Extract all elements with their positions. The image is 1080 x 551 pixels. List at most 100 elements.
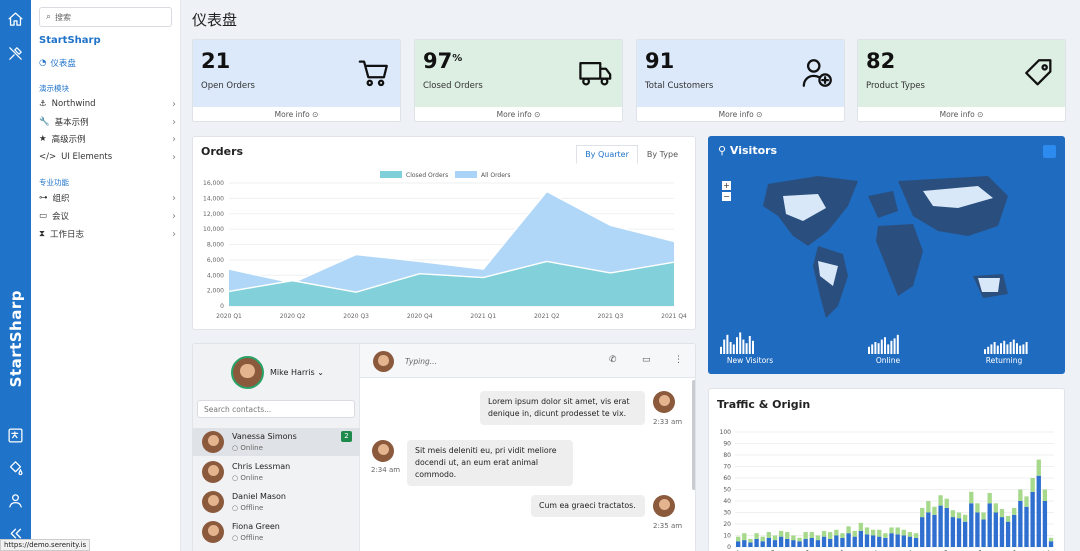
bar-primary [975,512,980,547]
bar-secondary [791,535,796,541]
y-tick-label: 6,000 [207,257,224,264]
stat-product-types: 82 Product Types More info ⊙ [857,39,1066,122]
traffic-card: Traffic & Origin 10090807060504030201002… [708,388,1065,551]
more-info-link[interactable]: More info ⊙ [637,110,844,119]
sidebar-item-worklog[interactable]: ⧗ 工作日志 › [39,227,176,241]
bar-primary [828,538,833,547]
chevron-right-icon: › [172,116,176,128]
bar-primary [969,503,974,547]
x-tick-label: 2020 Q2 [280,313,306,320]
x-tick-label: 2021 Q4 [661,313,687,320]
bar-primary [1042,501,1048,547]
bar-primary [815,540,821,547]
bar-primary [944,507,949,547]
spark-bar [993,342,996,354]
sidebar-item-ui-elements[interactable]: </> UI Elements › [39,150,176,164]
contact-status: ○ Offline [232,534,264,542]
bar-secondary [754,533,759,539]
chevron-right-icon: › [172,228,176,240]
y-tick-label: 14,000 [203,195,224,202]
bar-primary [834,535,839,547]
chevron-right-icon: › [172,98,176,110]
sidebar-item-meeting[interactable]: ▭ 会议 › [39,209,176,223]
bar-secondary [987,492,992,504]
bar-secondary [778,530,784,537]
bar-primary [1005,521,1011,547]
spark-bar [887,344,890,354]
tools-icon[interactable] [5,43,26,64]
sidebar-item-dashboard[interactable]: ◔ 仪表盘 [39,57,76,69]
bar-primary [1048,541,1054,547]
bar-primary [858,530,864,547]
comments-icon: ▭ [39,211,48,221]
avatar [653,391,675,413]
section-demo: 演示模块 [39,84,69,93]
typing-indicator: Typing... [405,357,437,366]
sidebar-item-northwind[interactable]: ⚓ Northwind › [39,97,176,111]
contact-name[interactable]: Daniel Mason [232,492,286,501]
spark-bar [732,344,735,354]
bar-primary [907,536,913,547]
more-options-icon[interactable]: ⋮ [674,355,683,365]
bar-secondary [1036,459,1041,476]
phone-icon[interactable]: ✆ [609,355,617,365]
status-bar-url: https://demo.serenity.is [0,539,91,551]
sidebar-item-organization[interactable]: ⊶ 组织 › [39,191,176,205]
sidebar-item-advanced[interactable]: ★ 高级示例 › [39,132,176,146]
sidebar-search-input[interactable]: ⌕ 搜索 [39,7,172,27]
more-info-link[interactable]: More info ⊙ [858,110,1065,119]
more-info-link[interactable]: More info ⊙ [415,110,622,119]
bar-secondary [1048,537,1054,542]
bar-secondary [858,522,864,531]
x-tick-label: 2020 Q1 [216,313,242,320]
bar-primary [846,533,851,547]
video-icon[interactable]: ▭ [642,355,651,365]
contact-name[interactable]: Chris Lessman [232,462,290,471]
user-avatar[interactable] [231,356,264,389]
current-user[interactable]: Mike Harris ⌄ [270,368,324,377]
contact-name[interactable]: Fiona Green [232,522,280,531]
brand-title: StartSharp [39,35,101,46]
y-tick-label: 60 [723,475,731,482]
user-icon[interactable] [5,490,26,511]
bar-primary [754,538,759,547]
contact-status: ○ Online [232,474,263,482]
bar-secondary [803,532,808,539]
paint-bucket-icon[interactable] [5,457,26,478]
y-tick-label: 8,000 [207,242,224,249]
bar-primary [797,541,802,547]
contact-search-input[interactable]: Search contacts... [197,400,355,418]
contact-list: Mike Harris ⌄ Search contacts... Vanessa… [193,344,360,551]
bar-secondary [772,535,778,541]
bar-secondary [938,495,943,506]
brand-vertical: StartSharp [7,290,25,388]
legend-swatch [455,171,477,178]
sidebar-item-basic[interactable]: 🔧 基本示例 › [39,115,176,129]
bar-secondary [821,530,827,537]
bar-secondary [962,514,968,522]
y-tick-label: 16,000 [203,180,224,187]
translate-icon[interactable] [5,425,26,446]
y-tick-label: 10,000 [203,226,224,233]
bar-primary [791,540,796,547]
icon-rail: StartSharp [0,0,31,551]
avatar [202,431,224,453]
bar-secondary [889,527,894,534]
x-tick-label: 2021 Q3 [598,313,624,320]
spark-bar [1006,344,1009,354]
spark-bar [752,340,754,354]
unread-badge: 2 [341,431,352,442]
spark-bar [1016,343,1018,354]
chat-scrollbar[interactable] [692,380,695,490]
chevron-right-icon: › [172,192,176,204]
y-tick-label: 4,000 [207,272,224,279]
bar-primary [840,537,845,547]
bar-primary [778,536,784,547]
bar-primary [748,542,753,547]
stat-label: Closed Orders [423,81,483,91]
home-icon[interactable] [5,9,26,30]
spark-bar [880,339,883,354]
bar-secondary [901,529,906,536]
bar-primary [895,534,900,547]
more-info-link[interactable]: More info ⊙ [193,110,400,119]
